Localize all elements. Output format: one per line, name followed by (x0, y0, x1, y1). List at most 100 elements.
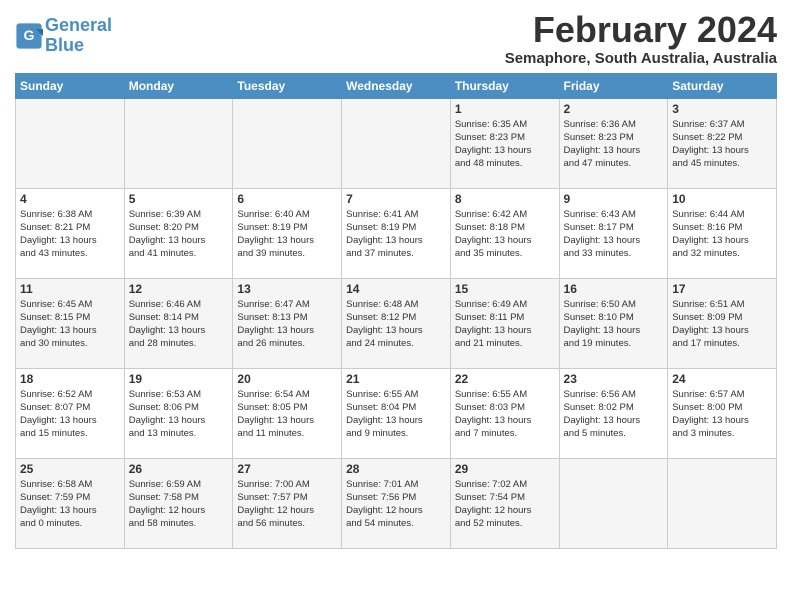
title-area: February 2024 Semaphore, South Australia… (505, 10, 777, 67)
day-info: Sunrise: 6:51 AM Sunset: 8:09 PM Dayligh… (672, 298, 772, 351)
day-number: 29 (455, 462, 555, 476)
month-title: February 2024 (505, 10, 777, 50)
day-number: 23 (564, 372, 664, 386)
page-header: G General Blue February 2024 Semaphore, … (15, 10, 777, 67)
calendar-cell: 8 Sunrise: 6:42 AM Sunset: 8:18 PM Daylig… (450, 188, 559, 278)
calendar-header-row: SundayMondayTuesdayWednesdayThursdayFrid… (16, 73, 777, 98)
day-number: 8 (455, 192, 555, 206)
day-header-thursday: Thursday (450, 73, 559, 98)
day-info: Sunrise: 6:41 AM Sunset: 8:19 PM Dayligh… (346, 208, 446, 261)
calendar-cell: 12 Sunrise: 6:46 AM Sunset: 8:14 PM Dayli… (124, 278, 233, 368)
day-header-friday: Friday (559, 73, 668, 98)
day-number: 7 (346, 192, 446, 206)
day-info: Sunrise: 6:38 AM Sunset: 8:21 PM Dayligh… (20, 208, 120, 261)
day-info: Sunrise: 6:47 AM Sunset: 8:13 PM Dayligh… (237, 298, 337, 351)
calendar-cell: 2 Sunrise: 6:36 AM Sunset: 8:23 PM Daylig… (559, 98, 668, 188)
day-number: 22 (455, 372, 555, 386)
day-info: Sunrise: 6:59 AM Sunset: 7:58 PM Dayligh… (129, 478, 229, 531)
calendar-cell: 17 Sunrise: 6:51 AM Sunset: 8:09 PM Dayli… (668, 278, 777, 368)
logo-icon: G (15, 22, 43, 50)
day-number: 25 (20, 462, 120, 476)
day-info: Sunrise: 7:02 AM Sunset: 7:54 PM Dayligh… (455, 478, 555, 531)
day-info: Sunrise: 6:50 AM Sunset: 8:10 PM Dayligh… (564, 298, 664, 351)
day-number: 19 (129, 372, 229, 386)
day-number: 1 (455, 102, 555, 116)
day-info: Sunrise: 6:55 AM Sunset: 8:04 PM Dayligh… (346, 388, 446, 441)
logo-line1: General (45, 15, 112, 35)
day-header-sunday: Sunday (16, 73, 125, 98)
day-info: Sunrise: 6:57 AM Sunset: 8:00 PM Dayligh… (672, 388, 772, 441)
day-info: Sunrise: 6:52 AM Sunset: 8:07 PM Dayligh… (20, 388, 120, 441)
day-info: Sunrise: 6:58 AM Sunset: 7:59 PM Dayligh… (20, 478, 120, 531)
day-number: 21 (346, 372, 446, 386)
calendar-cell (668, 458, 777, 548)
day-number: 18 (20, 372, 120, 386)
day-number: 5 (129, 192, 229, 206)
calendar-cell (16, 98, 125, 188)
day-info: Sunrise: 6:56 AM Sunset: 8:02 PM Dayligh… (564, 388, 664, 441)
calendar-cell: 14Sunrise: 6:48 AM Sunset: 8:12 PM Dayli… (342, 278, 451, 368)
calendar-cell: 24 Sunrise: 6:57 AM Sunset: 8:00 PM Dayli… (668, 368, 777, 458)
day-info: Sunrise: 6:42 AM Sunset: 8:18 PM Dayligh… (455, 208, 555, 261)
day-info: Sunrise: 7:01 AM Sunset: 7:56 PM Dayligh… (346, 478, 446, 531)
calendar-cell: 21 Sunrise: 6:55 AM Sunset: 8:04 PM Dayli… (342, 368, 451, 458)
day-header-saturday: Saturday (668, 73, 777, 98)
day-info: Sunrise: 6:35 AM Sunset: 8:23 PM Dayligh… (455, 118, 555, 171)
calendar-week-1: 1 Sunrise: 6:35 AM Sunset: 8:23 PM Daylig… (16, 98, 777, 188)
calendar-cell: 25 Sunrise: 6:58 AM Sunset: 7:59 PM Dayli… (16, 458, 125, 548)
calendar-cell: 4Sunrise: 6:38 AM Sunset: 8:21 PM Daylig… (16, 188, 125, 278)
day-info: Sunrise: 6:45 AM Sunset: 8:15 PM Dayligh… (20, 298, 120, 351)
day-number: 20 (237, 372, 337, 386)
calendar-cell: 22 Sunrise: 6:55 AM Sunset: 8:03 PM Dayli… (450, 368, 559, 458)
day-number: 9 (564, 192, 664, 206)
calendar-cell: 28 Sunrise: 7:01 AM Sunset: 7:56 PM Dayli… (342, 458, 451, 548)
day-info: Sunrise: 6:54 AM Sunset: 8:05 PM Dayligh… (237, 388, 337, 441)
day-number: 17 (672, 282, 772, 296)
day-info: Sunrise: 6:55 AM Sunset: 8:03 PM Dayligh… (455, 388, 555, 441)
day-info: Sunrise: 6:36 AM Sunset: 8:23 PM Dayligh… (564, 118, 664, 171)
day-header-monday: Monday (124, 73, 233, 98)
calendar-cell: 18 Sunrise: 6:52 AM Sunset: 8:07 PM Dayli… (16, 368, 125, 458)
day-number: 13 (237, 282, 337, 296)
day-info: Sunrise: 6:39 AM Sunset: 8:20 PM Dayligh… (129, 208, 229, 261)
calendar-week-2: 4Sunrise: 6:38 AM Sunset: 8:21 PM Daylig… (16, 188, 777, 278)
day-number: 24 (672, 372, 772, 386)
calendar-cell: 6 Sunrise: 6:40 AM Sunset: 8:19 PM Daylig… (233, 188, 342, 278)
location-subtitle: Semaphore, South Australia, Australia (505, 50, 777, 67)
calendar-cell (342, 98, 451, 188)
calendar-cell (559, 458, 668, 548)
day-info: Sunrise: 6:37 AM Sunset: 8:22 PM Dayligh… (672, 118, 772, 171)
logo-text: General Blue (45, 16, 112, 56)
day-number: 10 (672, 192, 772, 206)
day-header-wednesday: Wednesday (342, 73, 451, 98)
day-number: 12 (129, 282, 229, 296)
day-info: Sunrise: 6:53 AM Sunset: 8:06 PM Dayligh… (129, 388, 229, 441)
day-info: Sunrise: 6:43 AM Sunset: 8:17 PM Dayligh… (564, 208, 664, 261)
day-info: Sunrise: 7:00 AM Sunset: 7:57 PM Dayligh… (237, 478, 337, 531)
calendar-cell: 7 Sunrise: 6:41 AM Sunset: 8:19 PM Daylig… (342, 188, 451, 278)
day-number: 2 (564, 102, 664, 116)
calendar-cell: 1 Sunrise: 6:35 AM Sunset: 8:23 PM Daylig… (450, 98, 559, 188)
day-info: Sunrise: 6:49 AM Sunset: 8:11 PM Dayligh… (455, 298, 555, 351)
calendar-cell: 19 Sunrise: 6:53 AM Sunset: 8:06 PM Dayli… (124, 368, 233, 458)
day-number: 28 (346, 462, 446, 476)
day-info: Sunrise: 6:48 AM Sunset: 8:12 PM Dayligh… (346, 298, 446, 351)
calendar-cell: 13 Sunrise: 6:47 AM Sunset: 8:13 PM Dayli… (233, 278, 342, 368)
day-info: Sunrise: 6:46 AM Sunset: 8:14 PM Dayligh… (129, 298, 229, 351)
day-number: 15 (455, 282, 555, 296)
calendar-cell: 27Sunrise: 7:00 AM Sunset: 7:57 PM Dayli… (233, 458, 342, 548)
calendar-cell: 23 Sunrise: 6:56 AM Sunset: 8:02 PM Dayli… (559, 368, 668, 458)
day-number: 16 (564, 282, 664, 296)
day-info: Sunrise: 6:44 AM Sunset: 8:16 PM Dayligh… (672, 208, 772, 261)
calendar-cell: 11 Sunrise: 6:45 AM Sunset: 8:15 PM Dayli… (16, 278, 125, 368)
day-number: 3 (672, 102, 772, 116)
logo: G General Blue (15, 16, 112, 56)
day-info: Sunrise: 6:40 AM Sunset: 8:19 PM Dayligh… (237, 208, 337, 261)
calendar-week-5: 25 Sunrise: 6:58 AM Sunset: 7:59 PM Dayli… (16, 458, 777, 548)
day-number: 26 (129, 462, 229, 476)
day-number: 11 (20, 282, 120, 296)
day-number: 6 (237, 192, 337, 206)
calendar-cell: 26 Sunrise: 6:59 AM Sunset: 7:58 PM Dayli… (124, 458, 233, 548)
calendar-cell: 29 Sunrise: 7:02 AM Sunset: 7:54 PM Dayli… (450, 458, 559, 548)
calendar-cell: 15 Sunrise: 6:49 AM Sunset: 8:11 PM Dayli… (450, 278, 559, 368)
